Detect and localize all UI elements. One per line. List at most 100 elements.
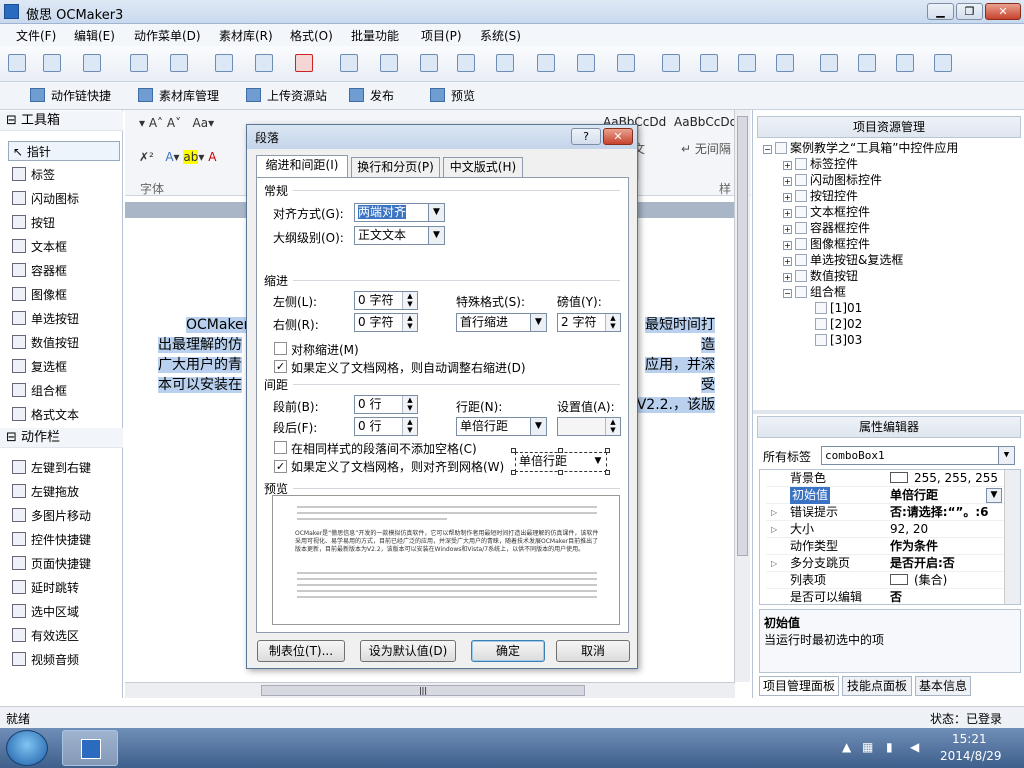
delete-icon[interactable] — [295, 54, 313, 72]
tree-node[interactable]: + 单选按钮&复选框 — [783, 252, 903, 268]
before-spinner[interactable]: 0 行 ▲ ▼ — [354, 395, 418, 414]
resize-handle[interactable] — [511, 470, 516, 475]
tab-project-panel[interactable]: 项目管理面板 — [759, 676, 839, 696]
tree-leaf[interactable]: [1]01 — [815, 300, 862, 316]
tool-checkbox[interactable]: 复选框 — [12, 357, 67, 377]
tree-node[interactable]: − 组合框 — [783, 284, 846, 300]
tree-node[interactable]: + 标签控件 — [783, 156, 858, 172]
align-left-icon[interactable] — [420, 54, 438, 72]
prop-row[interactable]: 初始值 单倍行距 ▼ — [766, 487, 1010, 504]
tag-select[interactable]: comboBox1 ▼ — [821, 446, 1015, 465]
clock-date[interactable]: 2014/8/29 — [940, 749, 1002, 763]
tray-volume-icon[interactable]: ◀ — [910, 740, 919, 754]
align-center-icon[interactable] — [457, 54, 475, 72]
menu-edit[interactable]: 编辑(E) — [74, 27, 115, 44]
combobox1-control[interactable]: 单倍行距 ▼ — [515, 452, 607, 472]
resize-handle[interactable] — [605, 470, 610, 475]
tool-numeric[interactable]: 数值按钮 — [12, 333, 79, 353]
document-hscroll[interactable]: ||| — [125, 682, 735, 698]
tree-node[interactable]: + 闪动图标控件 — [783, 172, 882, 188]
paste-icon[interactable] — [255, 54, 273, 72]
action-multi-image[interactable]: 多图片移动 — [12, 506, 91, 526]
align-top-icon[interactable] — [537, 54, 555, 72]
tray-expand-icon[interactable]: ▲ — [842, 740, 851, 754]
preview-button[interactable]: 预览 — [430, 87, 475, 105]
menu-system[interactable]: 系统(S) — [480, 27, 521, 44]
undo-icon[interactable] — [340, 54, 358, 72]
tab-line-page[interactable]: 换行和分页(P) — [351, 157, 440, 177]
spacing-icon[interactable] — [776, 54, 794, 72]
close-button[interactable]: ✕ — [985, 3, 1021, 20]
distribute-v-icon[interactable] — [738, 54, 756, 72]
tree-node[interactable]: + 按钮控件 — [783, 188, 858, 204]
props-scrollbar[interactable] — [1004, 470, 1020, 604]
action-delay[interactable]: 延时跳转 — [12, 578, 79, 598]
action-select-area[interactable]: 选中区域 — [12, 602, 79, 622]
prop-row[interactable]: 列表项 (集合) — [766, 572, 1010, 589]
align-right-icon[interactable] — [496, 54, 514, 72]
action-section[interactable]: ⊟ 动作栏 — [0, 428, 123, 448]
panel-splitter[interactable] — [753, 410, 1024, 414]
left-indent-spinner[interactable]: 0 字符 ▲ ▼ — [354, 291, 418, 310]
tree-node[interactable]: + 容器框控件 — [783, 220, 870, 236]
tree-node[interactable]: + 图像框控件 — [783, 236, 870, 252]
cancel-button[interactable]: 取消 — [556, 640, 630, 662]
tree-node[interactable]: + 数值按钮 — [783, 268, 858, 284]
mirror-checkbox[interactable] — [274, 342, 287, 355]
redo-icon[interactable] — [380, 54, 398, 72]
measure-spinner[interactable]: 2 字符 ▲ ▼ — [557, 313, 621, 332]
tool-combo[interactable]: 组合框 — [12, 381, 67, 401]
align-select[interactable]: 两端对齐 ▼ — [354, 203, 445, 222]
outline-select[interactable]: 正文文本 ▼ — [354, 226, 445, 245]
snap-grid-checkbox[interactable]: ✓ — [274, 460, 287, 473]
prop-row[interactable]: ▷ 错误提示 否:请选择:“”。:6 — [766, 504, 1010, 521]
tool-richtext[interactable]: 格式文本 — [12, 405, 79, 425]
dialog-close-button[interactable]: ✕ — [603, 128, 633, 145]
prop-row[interactable]: 是否可以编辑 否 — [766, 589, 1010, 604]
stack-icon[interactable] — [820, 54, 838, 72]
distribute-h-icon[interactable] — [662, 54, 680, 72]
action-page-shortcut[interactable]: 页面快捷键 — [12, 554, 91, 574]
resize-handle[interactable] — [605, 448, 610, 453]
layer-icon[interactable] — [896, 54, 914, 72]
menu-library[interactable]: 素材库(R) — [219, 27, 273, 44]
tree-root[interactable]: − 案例教学之“工具箱”中控件应用 — [763, 140, 958, 156]
tool-button[interactable]: 按钮 — [12, 213, 55, 233]
menu-file[interactable]: 文件(F) — [16, 27, 56, 44]
action-video-audio[interactable]: 视频音频 — [12, 650, 79, 670]
upload-button[interactable]: 上传资源站 — [246, 87, 327, 105]
tray-network-icon[interactable]: ▦ — [862, 740, 873, 754]
prop-row[interactable]: ▷ 大小 92, 20 — [766, 521, 1010, 538]
tab-chinese-typography[interactable]: 中文版式(H) — [443, 157, 523, 177]
order-icon[interactable] — [934, 54, 952, 72]
resize-handle[interactable] — [558, 448, 563, 453]
right-indent-spinner[interactable]: 0 字符 ▲ ▼ — [354, 313, 418, 332]
tool-textbox[interactable]: 文本框 — [12, 237, 67, 257]
tool-label-item[interactable]: 标签 — [12, 165, 55, 185]
maximize-button[interactable]: ❐ — [956, 3, 983, 20]
save-icon[interactable] — [83, 54, 101, 72]
resize-handle[interactable] — [511, 448, 516, 453]
tool-container[interactable]: 容器框 — [12, 261, 67, 281]
tool-pointer[interactable]: ↖ 指针 — [8, 141, 120, 161]
tab-basic-info[interactable]: 基本信息 — [915, 676, 971, 696]
tab-skill-panel[interactable]: 技能点面板 — [842, 676, 912, 696]
tool-image[interactable]: 图像框 — [12, 285, 67, 305]
align-bottom-icon[interactable] — [617, 54, 635, 72]
menu-batch[interactable]: 批量功能 — [351, 27, 399, 44]
action-valid-area[interactable]: 有效选区 — [12, 626, 79, 646]
menu-project[interactable]: 项目(P) — [421, 27, 462, 44]
tab-indent-spacing[interactable]: 缩进和间距(I) — [256, 155, 348, 178]
action-left-right[interactable]: 左键到右键 — [12, 458, 91, 478]
start-button[interactable] — [6, 730, 48, 766]
nospace-checkbox[interactable] — [274, 441, 287, 454]
menu-format[interactable]: 格式(O) — [290, 27, 333, 44]
hscroll-thumb[interactable]: ||| — [261, 685, 585, 696]
auto-right-checkbox[interactable]: ✓ — [274, 360, 287, 373]
tree-leaf[interactable]: [3]03 — [815, 332, 862, 348]
special-select[interactable]: 首行缩进 ▼ — [456, 313, 547, 332]
document-vscroll[interactable] — [734, 110, 750, 682]
tree-leaf[interactable]: [2]02 — [815, 316, 862, 332]
distribute-icon[interactable] — [700, 54, 718, 72]
setval-spinner[interactable]: ▲ ▼ — [557, 417, 621, 436]
